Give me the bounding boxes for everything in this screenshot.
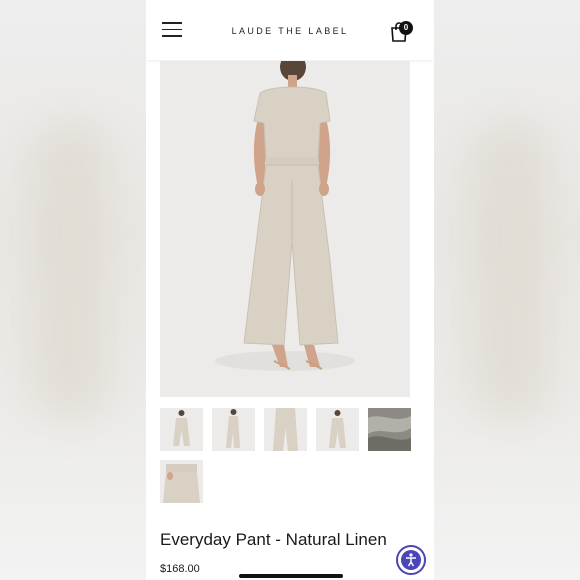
accessibility-button[interactable] xyxy=(396,545,426,575)
cart-button[interactable]: 0 xyxy=(390,20,416,42)
product-price: $168.00 xyxy=(160,563,200,575)
accessibility-icon xyxy=(401,550,421,570)
product-main-image[interactable] xyxy=(160,61,410,397)
blurred-backdrop-right xyxy=(434,0,580,580)
thumbnail-front-view[interactable] xyxy=(160,408,203,451)
home-indicator[interactable] xyxy=(239,574,343,578)
model-illustration xyxy=(160,61,410,397)
thumbnail-fabric-swatch[interactable] xyxy=(368,408,411,451)
product-title: Everyday Pant - Natural Linen xyxy=(160,530,387,549)
thumbnail-detail-view[interactable] xyxy=(264,408,307,451)
thumbnail-back-view[interactable] xyxy=(316,408,359,451)
blurred-backdrop-left xyxy=(0,0,146,580)
thumbnail-waist-detail[interactable] xyxy=(160,460,203,503)
thumbnail-side-view[interactable] xyxy=(212,408,255,451)
cart-count-badge: 0 xyxy=(399,21,413,35)
mobile-screen: LAUDE THE LABEL 0 Everyday Pant - Natura… xyxy=(146,0,434,580)
site-header: LAUDE THE LABEL 0 xyxy=(146,0,434,60)
